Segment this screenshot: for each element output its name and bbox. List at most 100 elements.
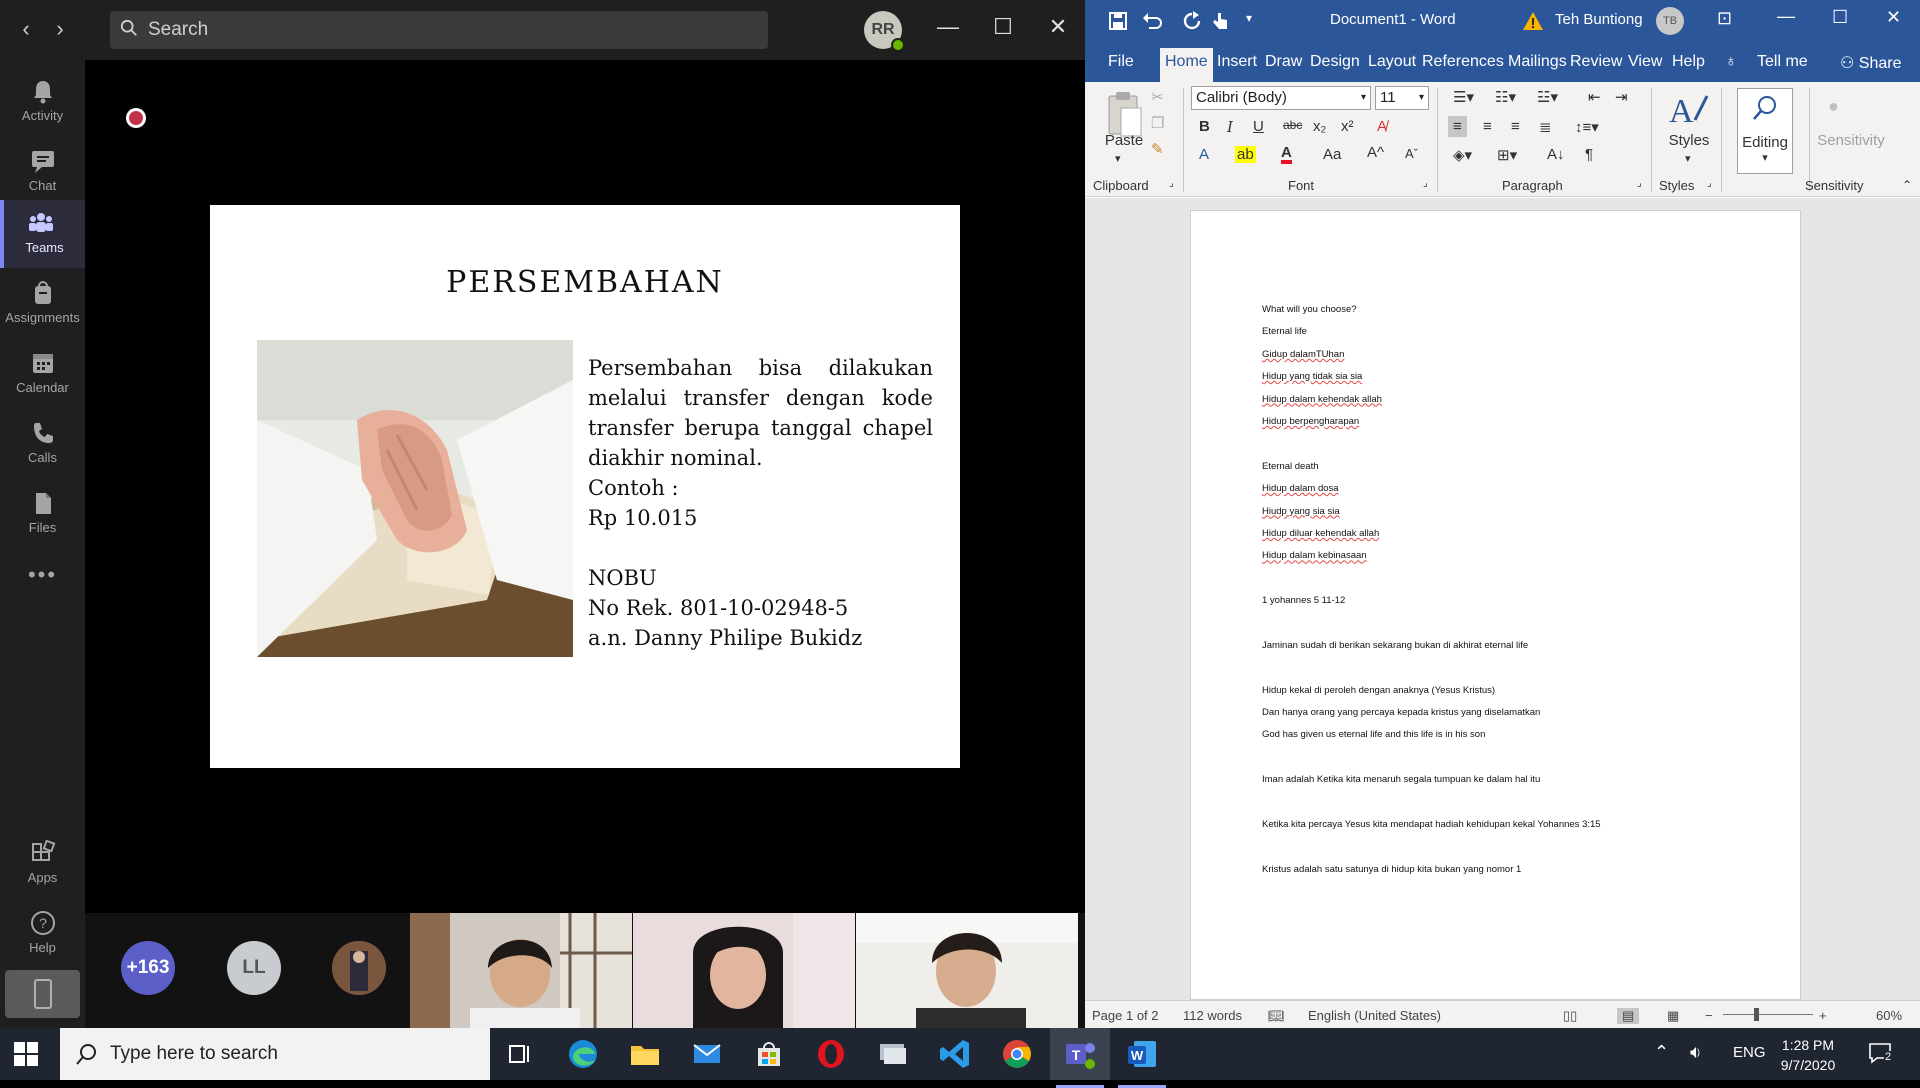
volume-icon[interactable]: 🔉︎ [1690, 1042, 1701, 1063]
document-line[interactable]: Hiudp yang sia sia [1262, 505, 1782, 527]
document-body[interactable]: What will you choose? Eternal life Gidup d… [1262, 303, 1782, 885]
tell-me-search[interactable]: Tell me [1757, 53, 1808, 71]
chrome-icon[interactable] [999, 1036, 1035, 1072]
document-line[interactable]: Dan hanya orang yang percaya kepada kris… [1262, 706, 1782, 728]
teams-taskbar-button[interactable]: T [1050, 1028, 1110, 1088]
show-formatting-icon[interactable]: ¶ [1585, 146, 1593, 163]
zoom-in-icon[interactable]: + [1819, 1008, 1827, 1023]
maximize-icon[interactable]: ☐ [988, 14, 1018, 40]
shading-icon[interactable]: ◈▾ [1453, 146, 1472, 164]
participant-video[interactable] [633, 913, 855, 1028]
tab-review[interactable]: Review [1570, 53, 1622, 71]
document-line[interactable]: Hidup diluar kehendak allah [1262, 527, 1782, 549]
forward-arrow-icon[interactable]: › [48, 16, 72, 42]
clear-formatting-icon[interactable]: A̸ [1377, 118, 1387, 135]
close-icon[interactable]: ✕ [1886, 7, 1901, 28]
document-line[interactable]: Hidup dalam kehendak allah [1262, 393, 1782, 415]
document-line[interactable] [1262, 840, 1782, 862]
clipboard-launcher-icon[interactable]: ⌟ [1169, 178, 1174, 189]
back-arrow-icon[interactable]: ‹ [14, 16, 38, 42]
more-participants-button[interactable]: +163 [121, 941, 175, 995]
document-line[interactable] [1262, 661, 1782, 683]
action-center-icon[interactable]: 2 [1868, 1041, 1894, 1065]
document-line[interactable]: God has given us eternal life and this l… [1262, 728, 1782, 750]
rail-item-calendar[interactable]: Calendar [0, 340, 85, 408]
zoom-level[interactable]: 60% [1876, 1008, 1902, 1023]
close-icon[interactable]: ✕ [1043, 14, 1073, 40]
font-size-select[interactable]: 11 ▾ [1375, 86, 1429, 110]
document-line[interactable] [1262, 437, 1782, 459]
tab-home[interactable]: Home [1160, 48, 1213, 82]
sort-icon[interactable]: A↓ [1547, 146, 1565, 163]
numbering-icon[interactable]: ☷▾ [1495, 88, 1516, 106]
lightbulb-icon[interactable]: ♁ [1725, 53, 1737, 71]
search-input[interactable]: Search [110, 11, 768, 49]
document-line[interactable]: Gidup dalamTUhan [1262, 348, 1782, 370]
vscode-icon[interactable] [937, 1036, 973, 1072]
bold-icon[interactable]: B [1199, 118, 1210, 135]
grow-font-icon[interactable]: A^ [1367, 144, 1384, 161]
touch-mode-icon[interactable] [1209, 10, 1231, 32]
avatar[interactable]: RR [864, 11, 905, 52]
save-icon[interactable] [1107, 10, 1129, 32]
italic-icon[interactable]: I [1227, 118, 1233, 136]
windows-start-icon[interactable] [14, 1042, 38, 1066]
show-hidden-icons-icon[interactable]: ⌃ [1654, 1042, 1669, 1063]
rail-item-teams[interactable]: Teams [0, 200, 85, 268]
tab-view[interactable]: View [1628, 53, 1662, 71]
ribbon-display-options-icon[interactable]: ⊡ [1717, 8, 1732, 29]
document-line[interactable]: Hidup kekal di peroleh dengan anaknya (Y… [1262, 684, 1782, 706]
warning-icon[interactable] [1522, 10, 1544, 32]
styles-button[interactable]: Styles [1661, 132, 1717, 149]
paste-dropdown-icon[interactable]: ▾ [1115, 152, 1121, 165]
decrease-indent-icon[interactable]: ⇤ [1588, 88, 1601, 106]
participant-video[interactable] [856, 913, 1078, 1028]
document-line[interactable] [1262, 751, 1782, 773]
underline-icon[interactable]: U [1253, 118, 1264, 135]
document-line[interactable]: Eternal life [1262, 325, 1782, 347]
share-button[interactable]: ⚇ Share [1840, 53, 1902, 73]
align-right-icon[interactable]: ≡ [1511, 118, 1520, 135]
redo-icon[interactable] [1181, 10, 1203, 32]
text-effects-icon[interactable]: A [1199, 146, 1209, 163]
copy-icon[interactable]: ❐ [1151, 114, 1164, 132]
styles-dropdown-icon[interactable]: ▾ [1685, 152, 1691, 165]
mail-icon[interactable] [689, 1036, 725, 1072]
rail-item-calls[interactable]: Calls [0, 410, 85, 478]
tab-references[interactable]: References [1422, 53, 1504, 71]
font-name-select[interactable]: Calibri (Body) ▾ [1191, 86, 1371, 110]
shrink-font-icon[interactable]: Aˇ [1405, 146, 1418, 161]
paste-button[interactable]: Paste [1099, 132, 1149, 149]
document-line[interactable]: Hidup berpengharapan [1262, 415, 1782, 437]
document-line[interactable]: 1 yohannes 5 11-12 [1262, 594, 1782, 616]
document-line[interactable]: Kristus adalah satu satunya di hidup kit… [1262, 863, 1782, 885]
customize-toolbar-icon[interactable]: ▾ [1246, 11, 1252, 25]
editing-button[interactable]: Editing ▾ [1737, 88, 1793, 174]
participant-video[interactable] [410, 913, 632, 1028]
document-line[interactable]: Hidup dalam dosa [1262, 482, 1782, 504]
task-view-icon[interactable] [502, 1036, 538, 1072]
opera-icon[interactable] [813, 1036, 849, 1072]
file-explorer-icon[interactable] [627, 1036, 663, 1072]
tab-layout[interactable]: Layout [1368, 53, 1416, 71]
user-name[interactable]: Teh Buntiong [1555, 11, 1643, 28]
tab-help[interactable]: Help [1672, 53, 1705, 71]
more-apps-icon[interactable]: ••• [0, 560, 85, 628]
document-line[interactable]: What will you choose? [1262, 303, 1782, 325]
undo-icon[interactable] [1141, 10, 1163, 32]
bullets-icon[interactable]: ☰▾ [1453, 88, 1474, 106]
document-line[interactable]: Iman adalah Ketika kita menaruh segala t… [1262, 773, 1782, 795]
tab-file[interactable]: File [1108, 53, 1134, 71]
document-canvas[interactable]: What will you choose? Eternal life Gidup d… [1085, 198, 1920, 1000]
tab-mailings[interactable]: Mailings [1508, 53, 1567, 71]
participant-avatar[interactable]: LL [227, 941, 281, 995]
store-icon[interactable] [751, 1036, 787, 1072]
align-left-icon[interactable]: ≡ [1448, 116, 1467, 137]
font-launcher-icon[interactable]: ⌟ [1423, 178, 1428, 189]
strikethrough-icon[interactable]: abc [1283, 118, 1302, 132]
zoom-slider[interactable] [1723, 1014, 1813, 1015]
user-avatar[interactable]: TB [1656, 7, 1684, 35]
borders-icon[interactable]: ⊞▾ [1497, 146, 1517, 164]
participant-avatar-photo[interactable] [332, 941, 386, 995]
change-case-icon[interactable]: Aa [1323, 146, 1341, 163]
